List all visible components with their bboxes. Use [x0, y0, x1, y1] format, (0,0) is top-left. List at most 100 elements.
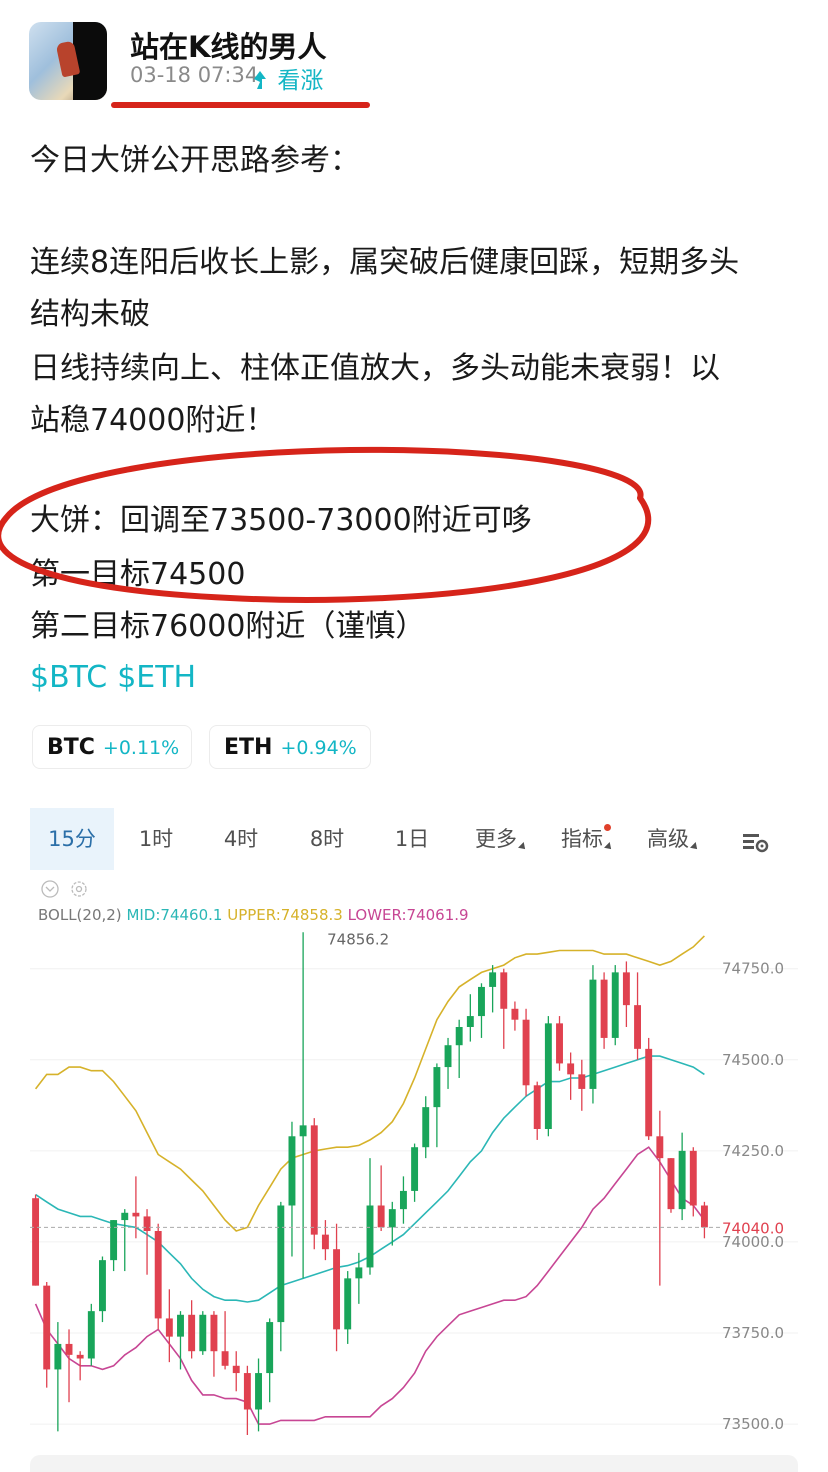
tag-btc[interactable]: $BTC [30, 660, 107, 695]
avatar[interactable] [29, 22, 107, 100]
candle-body [255, 1373, 262, 1410]
candle-body [522, 1019, 530, 1086]
candle-body [43, 1285, 51, 1370]
candle-body [277, 1205, 285, 1323]
candle-body [689, 1150, 697, 1206]
dropdown-triangle-icon [604, 842, 614, 852]
candle-body [188, 1314, 196, 1352]
tag-eth[interactable]: $ETH [117, 660, 196, 695]
post-line: 大饼：回调至73500-73000附近可哆 [30, 503, 532, 538]
hashtags: $BTC $ETH [30, 660, 206, 695]
candle-body [455, 1027, 463, 1046]
candle-body [288, 1136, 296, 1206]
tab-8h[interactable]: 8时 [297, 808, 357, 870]
candle-body [600, 979, 608, 1038]
chart-settings-icon[interactable] [740, 830, 770, 854]
candle-body [589, 979, 597, 1089]
high-price-marker: 74856.2 [327, 930, 389, 948]
notification-dot-icon [604, 824, 611, 831]
candle-body [65, 1343, 73, 1355]
y-tick-label: 74750.0 [722, 960, 784, 978]
tab-indicators[interactable]: 指标 [552, 808, 622, 870]
candle-body [466, 1016, 474, 1027]
candle-body [578, 1074, 586, 1089]
candle-body [310, 1125, 318, 1235]
candle-body [645, 1048, 653, 1137]
post-line: 连续8连阳后收长上影，属突破后健康回踩，短期多头 [30, 245, 740, 280]
candle-body [556, 1023, 563, 1064]
candle-body [444, 1045, 452, 1068]
boll-legend: BOLL(20,2) MID:74460.1 UPPER:74858.3 LOW… [38, 906, 469, 924]
ticker-change: +0.11% [102, 737, 180, 759]
dropdown-triangle-icon [690, 842, 700, 852]
y-tick-label: 74250.0 [722, 1142, 784, 1160]
candle-body [165, 1318, 173, 1337]
bottom-panel-edge [30, 1455, 798, 1472]
candle-body [500, 972, 508, 1009]
y-tick-label: 73500.0 [722, 1415, 784, 1433]
tab-advanced[interactable]: 高级 [638, 808, 708, 870]
candle-body [399, 1190, 407, 1210]
candle-body [87, 1311, 95, 1359]
ticker-chip-btc[interactable]: BTC +0.11% [32, 725, 192, 769]
candle-body [478, 986, 485, 1017]
candle-body [656, 1136, 664, 1159]
kline-chart-card: 15分 1时 4时 8时 1日 更多 指标 高级 BOLL(20,2) MID:… [30, 800, 798, 1440]
candle-body [266, 1322, 274, 1374]
candle-body [433, 1067, 441, 1108]
candle-body [99, 1260, 106, 1312]
candle-body [634, 1005, 641, 1049]
collapse-icon[interactable] [41, 880, 59, 898]
candle-body [299, 1125, 307, 1137]
candle-body [366, 1205, 374, 1268]
post-line: 日线持续向上、柱体正值放大，多头动能未衰弱！以 [30, 351, 720, 386]
ticker-change: +0.94% [280, 737, 357, 759]
post-line: 结构未破 [30, 297, 150, 332]
tab-advanced-label: 高级 [647, 827, 689, 851]
tab-1d[interactable]: 1日 [382, 808, 442, 870]
post-line: 站稳74000附近！ [30, 403, 276, 438]
post-line: 第一目标74500 [30, 557, 246, 592]
post-timestamp: 03-18 07:34 [130, 63, 259, 87]
candle-body [544, 1023, 552, 1129]
post-line: 第二目标76000附近（谨慎） [30, 609, 426, 644]
candle-body [622, 972, 630, 1006]
sentiment-label: 看涨 [277, 68, 324, 94]
current-price-label: 74040.0 [722, 1219, 784, 1237]
candle-body [321, 1234, 329, 1250]
candle-body [132, 1212, 140, 1217]
candle-body [32, 1198, 40, 1286]
candle-body [422, 1107, 430, 1148]
candle-body [567, 1063, 575, 1075]
author-name[interactable]: 站在K线的男人 [130, 24, 326, 66]
candlestick-plot[interactable]: 74750.074500.074250.074000.073750.073500… [30, 925, 798, 1435]
ticker-symbol: ETH [224, 735, 273, 760]
candle-body [243, 1373, 251, 1410]
tab-1h[interactable]: 1时 [126, 808, 186, 870]
avatar-shade [73, 22, 107, 100]
candle-body [199, 1314, 207, 1352]
y-tick-label: 73750.0 [722, 1324, 784, 1342]
ticker-chip-eth[interactable]: ETH +0.94% [209, 725, 371, 769]
candle-body [377, 1205, 385, 1228]
tab-indicators-label: 指标 [561, 827, 603, 851]
candle-body [54, 1343, 62, 1370]
bullish-arrow-icon [254, 71, 266, 89]
dropdown-triangle-icon [518, 842, 528, 852]
candle-body [76, 1354, 84, 1359]
candle-body [110, 1220, 118, 1261]
indicator-settings-icon[interactable] [71, 881, 87, 897]
tab-more[interactable]: 更多 [466, 808, 536, 870]
tab-15m[interactable]: 15分 [30, 808, 114, 870]
candle-body [177, 1314, 184, 1337]
candle-body [489, 972, 497, 987]
candle-body [533, 1085, 541, 1129]
candle-body [154, 1231, 162, 1319]
candle-body [121, 1212, 129, 1221]
candle-body [511, 1008, 519, 1020]
tab-4h[interactable]: 4时 [211, 808, 271, 870]
y-tick-label: 74500.0 [722, 1051, 784, 1069]
boll-upper: UPPER:74858.3 [227, 906, 343, 924]
tab-more-label: 更多 [475, 827, 517, 851]
boll-lower: LOWER:74061.9 [347, 906, 469, 924]
